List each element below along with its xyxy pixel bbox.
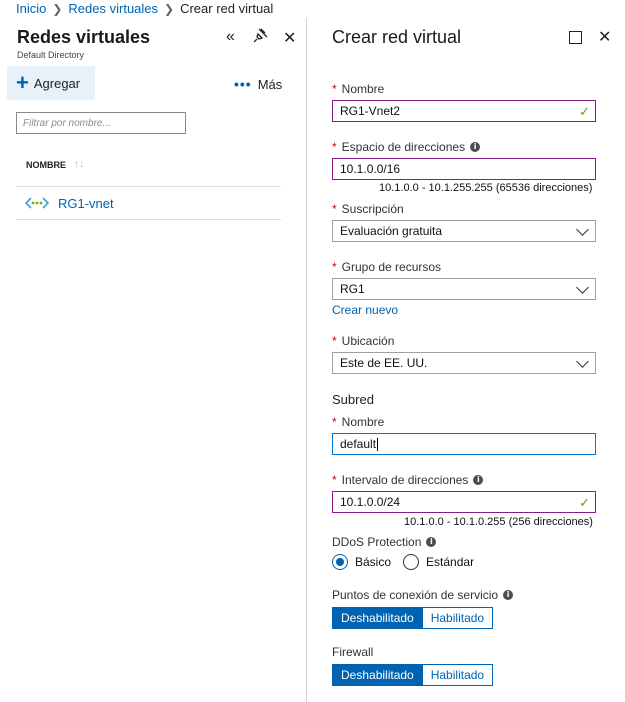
checkmark-icon: ✓ bbox=[579, 104, 590, 119]
info-icon[interactable]: i bbox=[470, 142, 481, 152]
chevron-down-icon bbox=[576, 223, 589, 236]
address-range-label: * Intervalo de direcciones i bbox=[332, 473, 484, 487]
firewall-enabled-option[interactable]: Habilitado bbox=[422, 664, 494, 686]
ddos-standard-radio[interactable] bbox=[403, 554, 420, 570]
vnet-name-link[interactable]: RG1-vnet bbox=[58, 196, 114, 211]
firewall-label: Firewall bbox=[332, 645, 373, 659]
filter-input[interactable] bbox=[16, 112, 186, 134]
required-icon: * bbox=[332, 334, 337, 348]
chevron-right-icon: ❯ bbox=[52, 2, 63, 16]
service-endpoints-label-text: Puntos de conexión de servicio bbox=[332, 588, 499, 602]
close-icon[interactable]: ✕ bbox=[283, 28, 296, 48]
subscription-select[interactable]: Evaluación gratuita bbox=[332, 220, 596, 242]
address-space-hint: 10.1.0.0 - 10.1.255.255 (65536 direccion… bbox=[379, 182, 593, 194]
breadcrumb-home-link[interactable]: Inicio bbox=[16, 1, 46, 17]
ddos-label: DDoS Protection i bbox=[332, 535, 437, 549]
column-header-label: NOMBRE bbox=[26, 159, 66, 170]
info-icon[interactable]: i bbox=[503, 590, 514, 600]
ddos-label-text: DDoS Protection bbox=[332, 535, 422, 549]
divider bbox=[16, 219, 281, 220]
add-button[interactable]: + Agregar bbox=[7, 66, 95, 100]
breadcrumb-vnets-link[interactable]: Redes virtuales bbox=[68, 1, 158, 17]
firewall-toggle: Deshabilitado Habilitado bbox=[332, 664, 494, 686]
name-label-text: Nombre bbox=[341, 82, 385, 96]
address-range-label-text: Intervalo de direcciones bbox=[341, 473, 469, 487]
checkmark-icon: ✓ bbox=[579, 495, 590, 510]
close-icon[interactable]: ✕ bbox=[598, 27, 611, 47]
blade-title: Crear red virtual bbox=[332, 27, 462, 47]
collapse-icon[interactable]: « bbox=[226, 28, 235, 46]
chevron-right-icon: ❯ bbox=[164, 2, 175, 16]
info-icon[interactable]: i bbox=[426, 537, 437, 547]
resource-group-label: * Grupo de recursos bbox=[332, 260, 441, 274]
address-range-input[interactable]: 10.1.0.0/24 ✓ bbox=[332, 491, 596, 513]
service-endpoints-label: Puntos de conexión de servicio i bbox=[332, 588, 514, 602]
virtual-network-icon bbox=[25, 197, 49, 209]
plus-icon: + bbox=[16, 70, 29, 95]
required-icon: * bbox=[332, 82, 337, 96]
ddos-radio-group: Básico Estándar bbox=[332, 554, 486, 570]
maximize-icon[interactable] bbox=[569, 31, 582, 44]
radio-selected-dot bbox=[336, 558, 344, 566]
pin-icon[interactable] bbox=[253, 27, 269, 48]
more-button[interactable]: ••• Más bbox=[234, 76, 282, 92]
blade-title: Redes virtuales bbox=[17, 27, 151, 47]
address-range-value: 10.1.0.0/24 bbox=[340, 495, 401, 509]
required-icon: * bbox=[332, 260, 337, 274]
subscription-value: Evaluación gratuita bbox=[340, 224, 443, 238]
address-space-value: 10.1.0.0/16 bbox=[340, 162, 401, 176]
create-vnet-blade: Crear red virtual ✕ * Nombre RG1-Vnet2 ✓… bbox=[307, 18, 625, 702]
required-icon: * bbox=[332, 415, 337, 429]
service-endpoints-toggle: Deshabilitado Habilitado bbox=[332, 607, 494, 629]
sort-icon[interactable]: ↑↓ bbox=[74, 159, 84, 170]
address-range-hint: 10.1.0.0 - 10.1.0.255 (256 direcciones) bbox=[404, 516, 593, 528]
add-button-label: Agregar bbox=[33, 75, 81, 91]
ddos-standard-label[interactable]: Estándar bbox=[426, 555, 474, 569]
required-icon: * bbox=[332, 140, 337, 154]
address-space-input[interactable]: 10.1.0.0/16 bbox=[332, 158, 596, 180]
subscription-label-text: Suscripción bbox=[341, 202, 404, 216]
ddos-basic-label[interactable]: Básico bbox=[355, 555, 391, 569]
address-space-label-text: Espacio de direcciones bbox=[341, 140, 466, 154]
service-endpoints-enabled-option[interactable]: Habilitado bbox=[422, 607, 494, 629]
info-icon[interactable]: i bbox=[473, 475, 484, 485]
service-endpoints-disabled-option[interactable]: Deshabilitado bbox=[332, 607, 423, 629]
firewall-disabled-option[interactable]: Deshabilitado bbox=[332, 664, 423, 686]
resource-group-select[interactable]: RG1 bbox=[332, 278, 596, 300]
breadcrumb: Inicio ❯ Redes virtuales ❯ Crear red vir… bbox=[0, 0, 625, 18]
firewall-label-text: Firewall bbox=[332, 645, 374, 659]
subnet-name-label: * Nombre bbox=[332, 415, 384, 429]
subnet-name-input[interactable]: default bbox=[332, 433, 596, 455]
name-input[interactable]: RG1-Vnet2 ✓ bbox=[332, 100, 596, 122]
resource-group-label-text: Grupo de recursos bbox=[341, 260, 442, 274]
ellipsis-icon: ••• bbox=[234, 76, 252, 92]
virtual-networks-blade: Redes virtuales Default Directory « ✕ + … bbox=[0, 18, 306, 702]
resource-group-value: RG1 bbox=[340, 282, 365, 296]
required-icon: * bbox=[332, 473, 337, 487]
create-new-link[interactable]: Crear nuevo bbox=[332, 303, 398, 317]
location-value: Este de EE. UU. bbox=[340, 356, 428, 370]
address-space-label: * Espacio de direcciones i bbox=[332, 140, 481, 154]
ddos-basic-radio[interactable] bbox=[332, 554, 348, 570]
subnet-name-label-text: Nombre bbox=[341, 415, 385, 429]
name-column-header[interactable]: NOMBRE ↑↓ bbox=[26, 159, 84, 170]
list-item[interactable]: RG1-vnet bbox=[16, 187, 281, 219]
blade-subtitle: Default Directory bbox=[17, 50, 85, 60]
location-label-text: Ubicación bbox=[341, 334, 395, 348]
name-label: * Nombre bbox=[332, 82, 384, 96]
chevron-down-icon bbox=[576, 281, 589, 294]
more-button-label: Más bbox=[257, 76, 283, 92]
subnet-section-title: Subred bbox=[332, 392, 374, 407]
name-input-value: RG1-Vnet2 bbox=[340, 104, 401, 118]
required-icon: * bbox=[332, 202, 337, 216]
chevron-down-icon bbox=[576, 355, 589, 368]
subnet-name-value: default bbox=[340, 437, 377, 451]
location-select[interactable]: Este de EE. UU. bbox=[332, 352, 596, 374]
breadcrumb-current: Crear red virtual bbox=[180, 1, 274, 16]
subscription-label: * Suscripción bbox=[332, 202, 404, 216]
location-label: * Ubicación bbox=[332, 334, 394, 348]
text-caret bbox=[377, 437, 379, 451]
